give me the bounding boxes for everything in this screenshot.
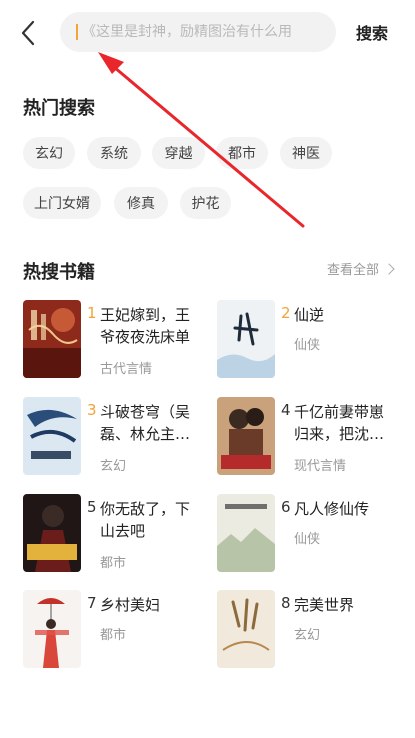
book-rank: 1 [87,304,97,322]
book-rank: 7 [87,594,97,612]
book-rank: 6 [281,498,291,516]
book-cover [217,397,275,475]
book-title: 凡人修仙传 [294,500,370,518]
book-item[interactable]: 5 你无敌了，下山去吧 都市 [23,494,203,574]
book-genre: 玄幻 [100,459,127,474]
book-cover [23,300,81,378]
hot-search-title: 热门搜索 [23,98,95,119]
book-item[interactable]: 6 凡人修仙传 仙侠 [217,494,397,574]
hot-tag[interactable]: 穿越 [152,137,205,169]
hot-tag[interactable]: 神医 [280,137,332,169]
book-cover [217,300,275,378]
book-genre: 古代言情 [100,362,153,377]
book-item[interactable]: 7 乡村美妇 都市 [23,590,203,670]
book-genre: 现代言情 [294,459,347,474]
chevron-left-icon [21,20,35,46]
book-title: 斗破苍穹（吴磊、林允主… [100,403,191,443]
book-genre: 玄幻 [294,628,321,643]
view-all-label: 查看全部 [326,263,379,278]
book-title: 乡村美妇 [100,596,161,614]
book-rank: 4 [281,401,291,419]
book-genre: 仙侠 [294,338,321,353]
hot-books-title: 热搜书籍 [23,262,95,283]
book-cover [23,494,81,572]
hot-tag[interactable]: 玄幻 [23,137,75,169]
search-bar[interactable] [60,12,336,52]
book-title: 完美世界 [294,596,355,614]
text-caret [76,24,78,40]
book-cover [217,590,275,668]
hot-tag[interactable]: 都市 [216,137,268,169]
hot-tag[interactable]: 护花 [180,187,231,219]
book-item[interactable]: 3 斗破苍穹（吴磊、林允主… 玄幻 [23,397,203,477]
book-item[interactable]: 2 仙逆 仙侠 [217,300,397,380]
book-cover [23,590,81,668]
view-all-link[interactable]: 查看全部 [326,259,395,278]
book-rank: 5 [87,498,97,516]
search-button[interactable]: 搜索 [356,20,388,44]
book-rank: 8 [281,594,291,612]
hot-tag[interactable]: 修真 [114,187,168,219]
book-genre: 都市 [100,628,127,643]
book-title: 王妃嫁到，王爷夜夜洗床单 [100,306,191,346]
book-rank: 3 [87,401,97,419]
book-item[interactable]: 8 完美世界 玄幻 [217,590,397,670]
book-title: 仙逆 [294,306,325,324]
back-button[interactable] [14,18,44,48]
book-cover [23,397,81,475]
book-item[interactable]: 1 王妃嫁到，王爷夜夜洗床单 古代言情 [23,300,203,380]
book-item[interactable]: 4 千亿前妻带崽归来，把沈… 现代言情 [217,397,397,477]
chevron-right-icon [383,262,395,275]
search-input[interactable] [82,24,322,40]
book-title: 你无敌了，下山去吧 [100,500,191,540]
book-genre: 仙侠 [294,532,321,547]
hot-tag[interactable]: 系统 [87,137,141,169]
hot-tag[interactable]: 上门女婿 [23,187,101,219]
book-cover [217,494,275,572]
book-rank: 2 [281,304,291,322]
book-title: 千亿前妻带崽归来，把沈… [294,403,385,443]
book-genre: 都市 [100,556,127,571]
